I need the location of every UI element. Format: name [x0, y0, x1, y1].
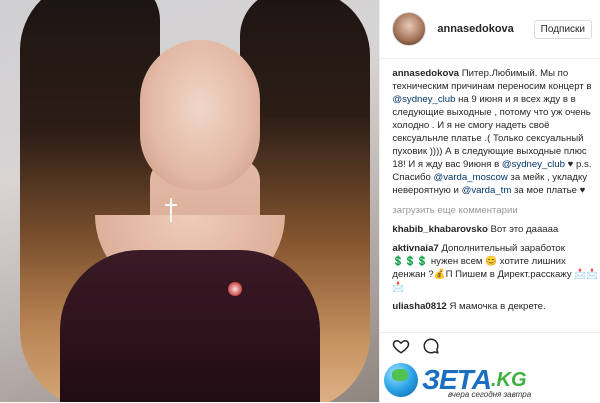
- globe-icon: [384, 363, 418, 397]
- comment-icon[interactable]: [422, 337, 440, 355]
- header-username[interactable]: annasedokova: [437, 23, 533, 35]
- avatar[interactable]: [392, 12, 427, 46]
- comment-author[interactable]: uliasha0812: [392, 301, 446, 312]
- post-side-panel: annasedokova Подписки annasedokova Питер…: [379, 0, 600, 402]
- comment-text: Я мамочка в декрете.: [449, 301, 546, 312]
- photo-face: [140, 40, 260, 190]
- comment-author[interactable]: aktivnaia7: [392, 243, 438, 254]
- post-header: annasedokova Подписки: [380, 0, 600, 59]
- mention-link[interactable]: @sydney_club: [502, 159, 565, 170]
- action-icons: [380, 333, 600, 359]
- mention-link[interactable]: @sydney_club: [392, 94, 455, 105]
- comments-list: annasedokova Питер.Любимый. Мы по технич…: [380, 59, 600, 343]
- mention-link[interactable]: @varda_tm: [462, 185, 512, 196]
- caption-author[interactable]: annasedokova: [392, 68, 459, 79]
- follow-button[interactable]: Подписки: [533, 19, 592, 39]
- heart-icon[interactable]: [392, 337, 410, 355]
- comment-item: uliasha0812 Я мамочка в декрете.: [392, 300, 600, 313]
- comment-item: khabib_khabarovsko Вот это дааааа: [392, 223, 600, 236]
- cross-pendant: [165, 198, 177, 222]
- post-photo[interactable]: [0, 0, 380, 402]
- watermark-tagline: вчера сегодня завтра: [448, 390, 532, 399]
- comment-text: Вот это дааааа: [490, 224, 559, 235]
- post-caption: annasedokova Питер.Любимый. Мы по технич…: [392, 67, 600, 197]
- comment-item: aktivnaia7 Дополнительный заработок 💲💲💲 …: [392, 242, 600, 294]
- load-more-comments[interactable]: загрузить еще комментарии: [392, 204, 600, 217]
- comment-author[interactable]: khabib_khabarovsko: [392, 224, 487, 235]
- mention-link[interactable]: @varda_moscow: [433, 172, 507, 183]
- brooch: [228, 282, 242, 296]
- caption-text-5: за мое платье ♥: [513, 185, 586, 196]
- photo-dress: [60, 250, 320, 402]
- watermark-domain: .KG: [490, 368, 527, 391]
- instagram-post: annasedokova Подписки annasedokova Питер…: [0, 0, 600, 402]
